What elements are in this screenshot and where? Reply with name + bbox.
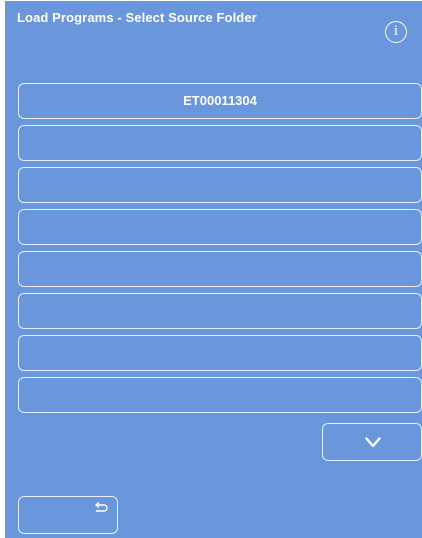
scroll-down-button[interactable] (322, 423, 422, 461)
folder-row[interactable] (18, 335, 422, 371)
info-icon: i (393, 23, 399, 39)
folder-row[interactable] (18, 125, 422, 161)
folder-row[interactable] (18, 209, 422, 245)
back-button[interactable] (18, 496, 118, 534)
chevron-down-icon (365, 437, 381, 448)
folder-row[interactable] (18, 293, 422, 329)
folder-row[interactable]: ET00011304 (18, 83, 422, 119)
app-screen: Load Programs - Select Source Folder i E… (5, 1, 422, 538)
folder-row[interactable] (18, 251, 422, 287)
info-button[interactable]: i (385, 21, 407, 43)
folder-row[interactable] (18, 377, 422, 413)
folder-row[interactable] (18, 167, 422, 203)
folder-list: ET00011304 (18, 83, 422, 419)
return-arrow-icon (94, 502, 108, 512)
page-title: Load Programs - Select Source Folder (17, 10, 257, 25)
